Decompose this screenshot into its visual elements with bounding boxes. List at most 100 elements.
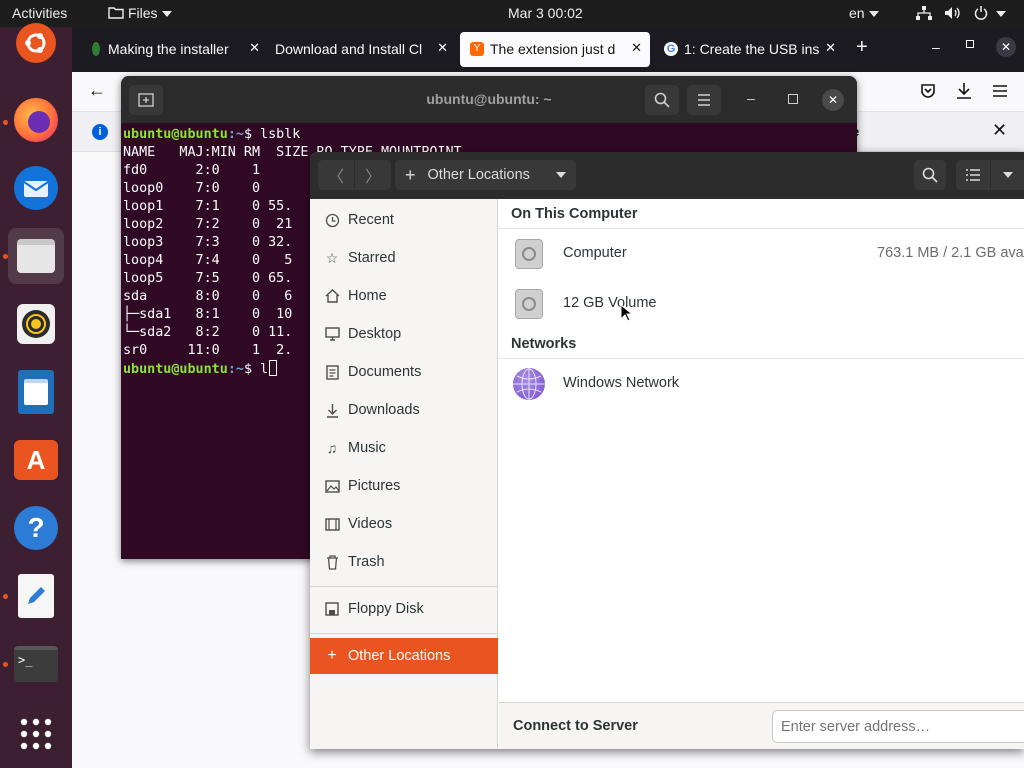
sidebar-item-trash[interactable]: Trash (310, 544, 498, 580)
dock-terminal[interactable]: >_ (8, 636, 64, 692)
sidebar-item-documents[interactable]: Documents (310, 354, 498, 390)
sidebar-divider (310, 586, 498, 587)
minimize-icon[interactable]: – (747, 90, 755, 106)
app-menu-label: Files (128, 5, 158, 21)
harddisk-icon (515, 289, 543, 319)
floppy-disk-icon (324, 601, 340, 617)
view-options-button[interactable] (991, 160, 1024, 190)
hamburger-menu-icon[interactable] (992, 84, 1008, 98)
folder-icon (108, 7, 124, 19)
show-applications-button[interactable] (8, 706, 64, 762)
sidebar-item-downloads[interactable]: Downloads (310, 392, 498, 428)
sidebar-item-label: Downloads (348, 402, 420, 418)
location-name: 12 GB Volume (563, 295, 657, 311)
chevron-down-icon (995, 11, 1006, 18)
browser-tab-active[interactable]: Y The extension just d ✕ (460, 32, 650, 67)
chevron-down-icon (1002, 172, 1013, 178)
ubuntu-logo-icon (16, 23, 56, 63)
close-tab-icon[interactable]: ✕ (821, 40, 836, 56)
sidebar-item-pictures[interactable]: Pictures (310, 468, 498, 504)
dock-libreoffice-writer[interactable] (8, 364, 64, 420)
input-language-menu[interactable]: en (849, 5, 879, 21)
back-button[interactable]: 〈 (318, 160, 354, 190)
chevron-left-icon: 〈 (327, 169, 344, 186)
connect-to-server-label: Connect to Server (513, 718, 638, 734)
rhythmbox-icon (17, 304, 55, 344)
server-address-input[interactable] (772, 710, 1024, 743)
terminal-menu-button[interactable] (687, 85, 721, 115)
files-search-button[interactable] (914, 160, 946, 190)
volume-icon (944, 7, 960, 19)
tab-bar: Making the installer ✕ Download and Inst… (72, 27, 1024, 72)
new-tab-icon[interactable]: + (856, 37, 868, 57)
close-tab-icon[interactable]: ✕ (627, 40, 642, 56)
ubuntu-launcher[interactable] (8, 23, 64, 83)
chevron-down-icon (556, 172, 566, 178)
location-row-12gb-volume[interactable]: 12 GB Volume (499, 279, 1024, 329)
app-grid-icon (20, 718, 52, 750)
pocket-icon[interactable] (920, 83, 936, 99)
terminal-search-button[interactable] (645, 85, 679, 115)
location-row-computer[interactable]: Computer 763.1 MB / 2.1 GB available (499, 229, 1024, 279)
sidebar-item-videos[interactable]: Videos (310, 506, 498, 542)
tab-title: Download and Install Cl (275, 41, 423, 57)
language-label: en (849, 5, 865, 21)
activities-button[interactable]: Activities (12, 5, 67, 21)
dock-firefox[interactable] (8, 92, 64, 148)
sidebar-item-home[interactable]: Home (310, 278, 498, 314)
network-globe-icon (513, 368, 545, 400)
close-tab-icon[interactable]: ✕ (245, 40, 260, 56)
power-icon (974, 6, 988, 20)
sidebar-item-starred[interactable]: ☆ Starred (310, 240, 498, 276)
help-icon: ? (14, 506, 58, 550)
hamburger-menu-icon (698, 94, 710, 106)
sidebar-item-desktop[interactable]: Desktop (310, 316, 498, 352)
ycombinator-favicon-icon: Y (470, 42, 484, 56)
tab-title: The extension just d (490, 41, 616, 57)
sidebar-divider (310, 633, 498, 634)
sidebar-item-label: Floppy Disk (348, 601, 424, 617)
location-button[interactable]: + Other Locations (395, 160, 576, 190)
location-label: Other Locations (427, 167, 530, 183)
writer-icon (18, 370, 54, 414)
dock-help[interactable]: ? (8, 500, 64, 556)
close-window-icon[interactable]: ✕ (996, 37, 1016, 57)
dock-files[interactable] (8, 228, 64, 284)
maximize-icon[interactable] (966, 40, 974, 48)
close-window-icon[interactable]: ✕ (822, 89, 844, 111)
sidebar-item-label: Desktop (348, 326, 402, 342)
search-icon (922, 167, 938, 183)
chevron-right-icon: 〉 (364, 169, 381, 186)
dock-ubuntu-software[interactable]: A (8, 432, 64, 488)
terminal-icon: >_ (14, 646, 58, 682)
sidebar-item-label: Starred (348, 250, 396, 266)
close-notification-icon[interactable]: ✕ (992, 120, 1007, 141)
back-arrow-icon[interactable]: ← (88, 80, 106, 101)
sidebar-item-label: Videos (348, 516, 393, 532)
clock[interactable]: Mar 3 00:02 (508, 5, 583, 21)
close-tab-icon[interactable]: ✕ (433, 40, 448, 56)
dock-text-editor[interactable] (8, 568, 64, 624)
browser-tab[interactable]: Making the installer ✕ (78, 32, 268, 67)
dock-rhythmbox[interactable] (8, 296, 64, 352)
minimize-icon[interactable]: – (932, 39, 940, 55)
download-icon[interactable] (956, 82, 972, 100)
view-list-button[interactable] (956, 160, 990, 190)
music-icon: ♫ (326, 440, 338, 456)
location-row-windows-network[interactable]: Windows Network (499, 359, 1024, 409)
browser-tab[interactable]: Download and Install Cl ✕ (266, 32, 456, 67)
plus-icon: + (327, 647, 337, 664)
sidebar-item-floppy-disk[interactable]: Floppy Disk (310, 591, 498, 627)
files-icon (17, 239, 55, 273)
sidebar-item-other-locations[interactable]: + Other Locations (310, 638, 498, 674)
system-menu[interactable] (916, 5, 1006, 21)
browser-tab[interactable]: G 1: Create the USB ins ✕ (654, 32, 844, 67)
files-app-menu[interactable]: Files (108, 5, 172, 21)
forward-button[interactable]: 〉 (355, 160, 391, 190)
network-icon (916, 6, 932, 20)
sidebar-item-label: Other Locations (348, 648, 451, 664)
sidebar-item-music[interactable]: ♫ Music (310, 430, 498, 466)
maximize-icon[interactable] (788, 94, 798, 104)
dock-thunderbird[interactable] (8, 160, 64, 216)
sidebar-item-recent[interactable]: Recent (310, 202, 498, 238)
